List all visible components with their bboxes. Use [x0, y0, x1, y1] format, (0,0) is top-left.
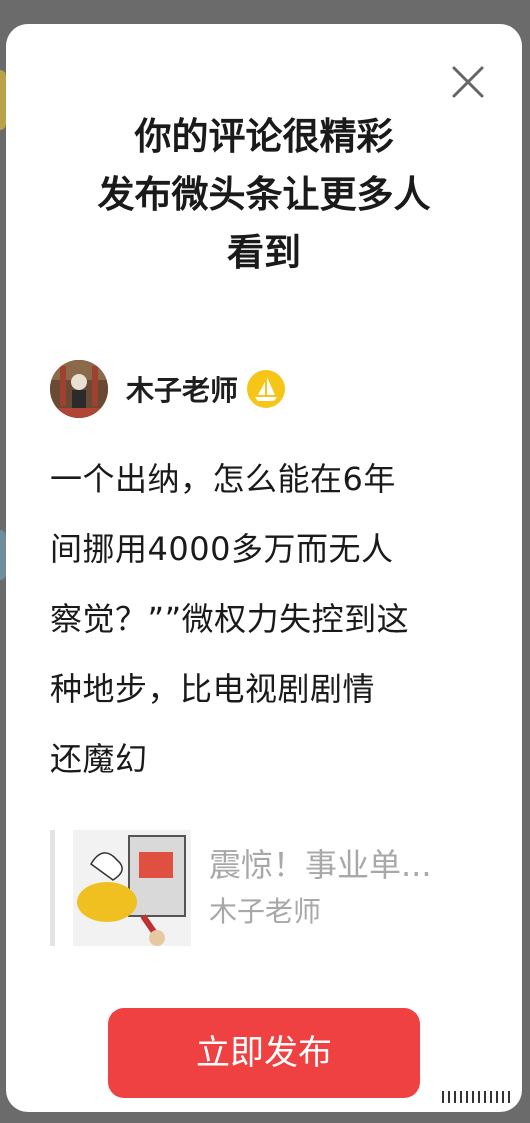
comment-text: 一个出纳，怎么能在6年 间挪用4000多万而无人 察觉？””微权力失控到这 种地… — [50, 444, 480, 794]
dialog-title: 你的评论很精彩 发布微头条让更多人 看到 — [6, 108, 522, 282]
article-title: 震惊！事业单... — [209, 846, 432, 884]
comment-line: 种地步，比电视剧剧情 — [50, 670, 376, 708]
article-text: 震惊！事业单... 木子老师 — [209, 841, 480, 935]
user-avatar-icon — [50, 360, 108, 418]
quoted-article-card[interactable]: 震惊！事业单... 木子老师 — [50, 828, 480, 948]
sailboat-badge-icon — [246, 369, 286, 409]
dialog-title-line: 看到 — [227, 231, 301, 274]
comment-line: 还魔幻 — [50, 740, 148, 778]
article-author: 木子老师 — [209, 895, 322, 928]
author-row: 木子老师 — [50, 358, 286, 420]
close-button[interactable] — [450, 64, 486, 100]
dialog-title-line: 发布微头条让更多人 — [97, 173, 431, 216]
system-nav-indicator — [442, 1090, 512, 1104]
comment-line: 间挪用4000多万而无人 — [50, 530, 394, 568]
comment-line: 一个出纳，怎么能在6年 — [50, 460, 396, 498]
comment-line: 察觉？””微权力失控到这 — [50, 600, 410, 638]
close-icon — [452, 66, 484, 98]
dialog-title-line: 你的评论很精彩 — [134, 115, 394, 158]
quote-bar — [50, 830, 55, 946]
article-thumbnail — [73, 830, 191, 946]
publish-micro-post-dialog: 你的评论很精彩 发布微头条让更多人 看到 木子老师 一个出纳，怎么能在6年 间挪… — [6, 24, 522, 1112]
avatar — [50, 360, 108, 418]
author-name: 木子老师 — [126, 374, 239, 407]
publish-now-button[interactable]: 立即发布 — [108, 1008, 420, 1098]
